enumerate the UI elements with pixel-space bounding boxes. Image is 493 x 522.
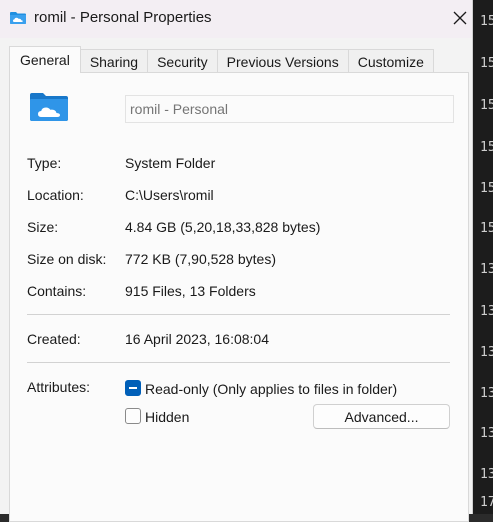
background-time-text: 15:0 — [480, 140, 493, 155]
background-time-text: 15:0 — [480, 14, 493, 29]
background-time-text: 13:5 — [480, 345, 493, 360]
type-label: Type: — [27, 155, 62, 171]
advanced-button[interactable]: Advanced... — [313, 404, 450, 429]
divider — [27, 362, 450, 363]
background-window-strip: 15:0 15:0 15:0 15:0 15:1 15:0 13:5 13:5 … — [472, 0, 493, 514]
onedrive-folder-icon — [30, 93, 68, 121]
hidden-checkbox-label[interactable]: Hidden — [145, 409, 189, 425]
created-label: Created: — [27, 331, 81, 347]
tab-previous-versions[interactable]: Previous Versions — [216, 49, 349, 73]
properties-dialog: romil - Personal Properties General Shar… — [0, 0, 473, 522]
location-label: Location: — [27, 187, 84, 203]
tab-sharing[interactable]: Sharing — [79, 49, 149, 73]
onedrive-folder-icon — [10, 12, 26, 24]
tab-strip: General Sharing Security Previous Versio… — [9, 46, 434, 73]
close-button[interactable] — [441, 0, 479, 36]
background-time-text: 13:5 — [480, 386, 493, 401]
general-tab-panel: Type: System Folder Location: C:\Users\r… — [9, 72, 469, 522]
folder-name-field[interactable] — [125, 95, 454, 123]
background-time-text: 15:0 — [480, 98, 493, 113]
tab-customize[interactable]: Customize — [347, 49, 434, 73]
tab-security[interactable]: Security — [147, 49, 218, 73]
contains-value: 915 Files, 13 Folders — [125, 283, 256, 299]
size-label: Size: — [27, 219, 59, 235]
readonly-checkbox[interactable] — [125, 380, 141, 396]
size-value: 4.84 GB (5,20,18,33,828 bytes) — [125, 219, 321, 235]
created-value: 16 April 2023, 16:08:04 — [125, 331, 270, 347]
background-time-text: 13:5 — [480, 262, 493, 277]
divider — [27, 314, 450, 315]
background-time-text: 15:0 — [480, 221, 493, 236]
hidden-checkbox[interactable] — [125, 408, 141, 424]
size-on-disk-value: 772 KB (7,90,528 bytes) — [125, 251, 276, 267]
size-on-disk-label: Size on disk: — [27, 251, 107, 267]
background-time-text: 13:5 — [480, 426, 493, 441]
readonly-checkbox-label[interactable]: Read-only (Only applies to files in fold… — [145, 381, 397, 397]
background-time-text: 13:5 — [480, 304, 493, 319]
background-time-text: 15:1 — [480, 181, 493, 196]
location-value: C:\Users\romil — [125, 187, 214, 203]
close-icon — [453, 11, 467, 25]
background-time-text: 15:0 — [480, 56, 493, 71]
background-time-text: 13:5 — [480, 467, 493, 482]
title-bar[interactable]: romil - Personal Properties — [0, 0, 472, 38]
contains-label: Contains: — [27, 283, 87, 299]
type-value: System Folder — [125, 155, 216, 171]
tab-general[interactable]: General — [9, 46, 81, 73]
window-title: romil - Personal Properties — [34, 9, 212, 26]
attributes-label: Attributes: — [27, 379, 91, 395]
background-time-text: 17:2 — [480, 495, 493, 510]
